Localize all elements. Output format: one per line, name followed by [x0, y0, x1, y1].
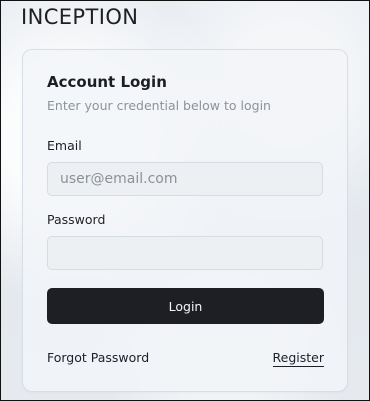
card-subtitle: Enter your credential below to login	[47, 98, 271, 113]
app-title: INCEPTION	[21, 5, 139, 29]
email-label: Email	[47, 138, 82, 153]
password-field[interactable]	[47, 236, 323, 270]
auth-links: Forgot Password Register	[47, 350, 324, 372]
email-field[interactable]	[47, 162, 323, 196]
card-title: Account Login	[47, 73, 167, 91]
login-button[interactable]: Login	[47, 288, 324, 324]
login-screen: INCEPTION Account Login Enter your crede…	[0, 0, 370, 401]
register-link[interactable]: Register	[272, 350, 324, 367]
login-card: Account Login Enter your credential belo…	[22, 49, 348, 392]
password-label: Password	[47, 212, 106, 227]
forgot-password-link[interactable]: Forgot Password	[47, 350, 149, 365]
